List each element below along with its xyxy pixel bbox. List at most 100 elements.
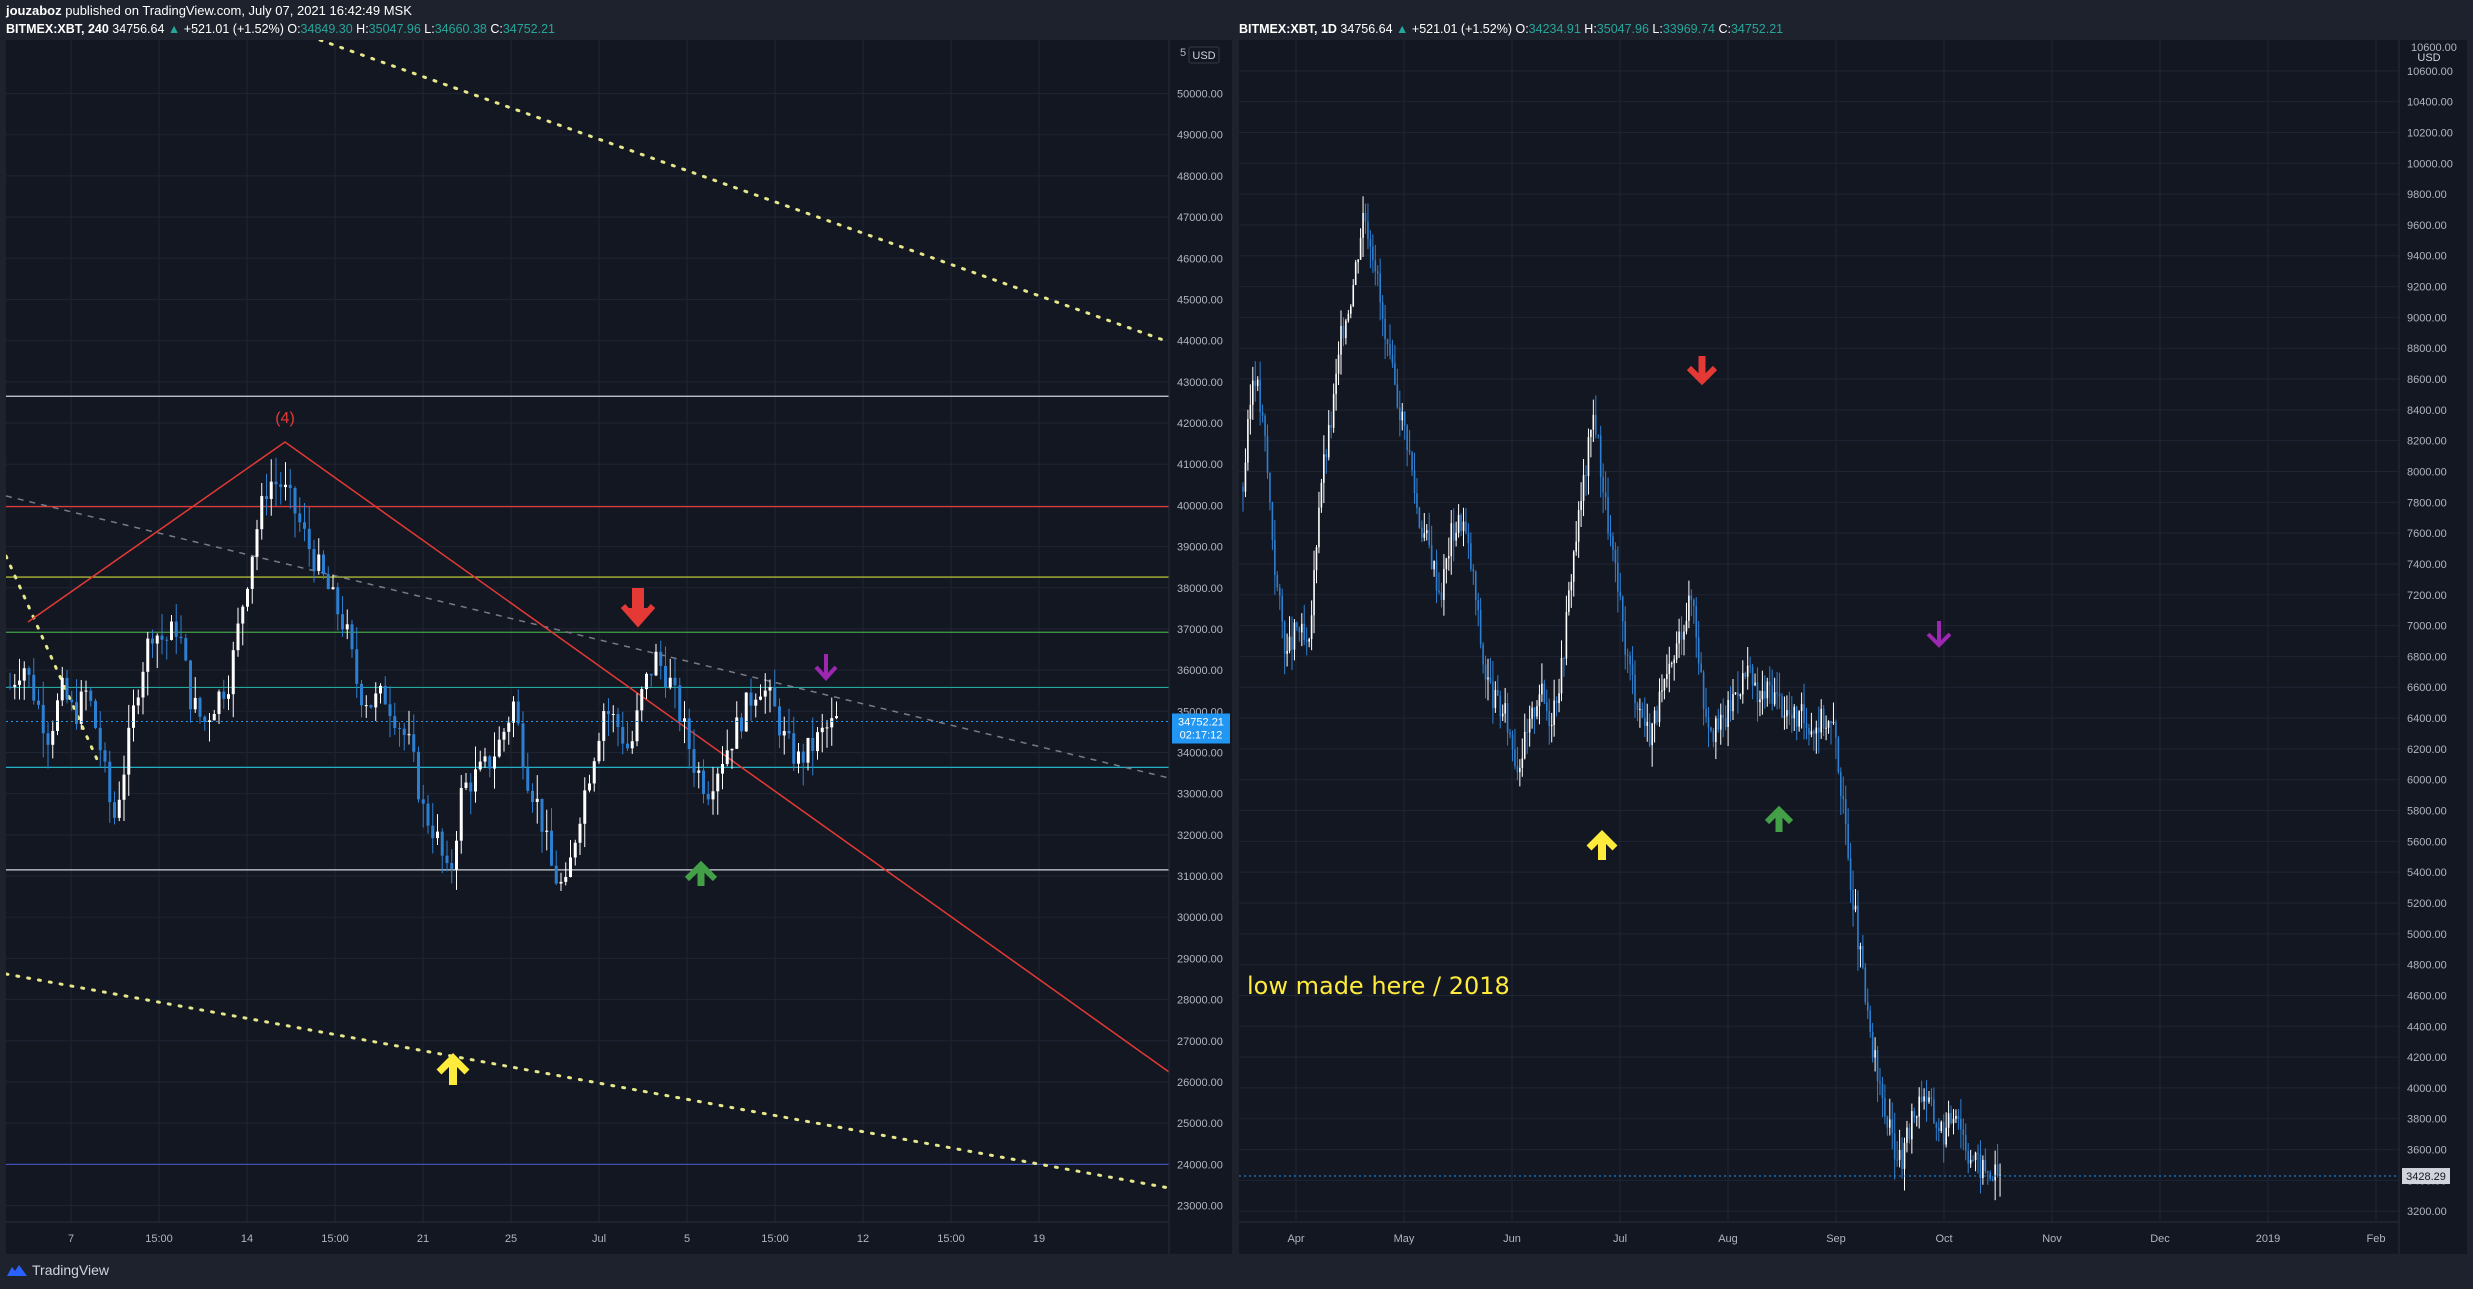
candle-body [146,638,150,672]
candle-body [1332,394,1335,428]
candle-body [1494,689,1497,709]
candle-body [388,704,392,717]
candle-body [1572,551,1575,582]
candle-body [1519,767,1521,773]
candle-body [531,790,534,802]
candle-body [1835,721,1837,738]
candle-body [673,677,677,686]
candle-body [1678,631,1680,644]
candle-body [1795,706,1798,727]
candle-body [545,830,549,832]
tradingview-brand: TradingView [32,1262,110,1278]
candle-body [1320,482,1323,508]
price-tick-label: 10400.00 [2407,97,2453,109]
candle-body [1631,664,1634,675]
left-horizontal-levels[interactable] [6,395,1169,1165]
candle-body [1526,731,1528,733]
candle-body [1707,716,1710,728]
lower-dotted-channel-line[interactable] [6,972,1171,1190]
candle-body [1472,569,1475,572]
candle-body [1254,380,1257,387]
candle-body [89,690,93,701]
candle-body [1269,472,1271,503]
candle-body [65,677,69,700]
candle-body [725,750,729,764]
right-chart-svg[interactable]: low made here / 2018 3200.003400.003600.… [1239,40,2467,1254]
candle-body [1815,727,1818,734]
candle-body [1788,710,1791,715]
candle-body [1644,717,1646,726]
candle-body [208,720,211,723]
candle-body [1448,556,1450,559]
candle-body [122,774,126,800]
price-tick-label: 45000.00 [1177,294,1223,306]
candle-body [502,731,506,740]
candle-body [1271,502,1274,541]
price-tick-label: 47000.00 [1177,212,1223,224]
candle-body [1639,708,1641,711]
candle-body [1384,318,1386,340]
candle-body [654,651,658,676]
time-tick-label: Jul [1613,1233,1627,1245]
candle-body [1651,723,1653,746]
candle-body [37,700,40,705]
candle-body [1533,707,1536,717]
left-chart-svg[interactable]: (4) 23000.00 24000.00 25000.00 26000.00 2700… [6,40,1232,1254]
author-name[interactable]: jouzaboz [6,3,62,18]
candle-body [1433,560,1435,570]
candle-body [1849,858,1852,891]
candle-body [317,554,321,571]
candle-body [1984,1159,1987,1172]
candle-body [1813,731,1815,734]
candle-body [621,726,625,744]
candle-body [801,751,805,763]
candle-body [1945,1127,1947,1145]
candle-body [573,842,577,858]
candle-body [1656,710,1658,723]
price-tick-label: 6600.00 [2407,682,2447,694]
candle-body [664,665,667,688]
candle-body [692,749,696,773]
candle-body [1345,320,1347,339]
candle-body [1538,694,1541,707]
time-tick-label: Oct [1935,1233,1952,1245]
candle-body [811,737,815,752]
candle-body [1634,674,1636,704]
right-symbol[interactable]: BITMEX:XBT, 1D [1239,22,1337,36]
candle-body [241,606,245,624]
candle-body [269,481,273,500]
tradingview-footer[interactable]: TradingView [6,1262,109,1278]
candle-body [1759,699,1761,703]
candle-body [645,673,648,690]
left-symbol[interactable]: BITMEX:XBT, 240 [6,22,109,36]
right-time-axis[interactable]: Apr May Jun Jul Aug Sep Oct Nov Dec 2019 Feb [1287,1233,2385,1245]
candle-body [1455,532,1457,541]
candle-body [1925,1096,1928,1102]
candle-body [1509,732,1511,735]
price-tick-label: 36000.00 [1177,665,1223,677]
price-tick-label: 8800.00 [2407,343,2447,355]
left-trendlines[interactable] [6,40,1171,1190]
price-tick-label: 30000.00 [1177,912,1223,924]
left-price-axis[interactable]: 23000.00 24000.00 25000.00 26000.00 27000.00… [1177,89,1223,1213]
right-chart-panel[interactable]: low made here / 2018 3200.003400.003600.… [1239,40,2467,1254]
candle-body [98,727,102,751]
candle-body [1619,591,1622,597]
candle-body [279,484,283,488]
candle-body [1487,677,1489,680]
left-low: 34660.38 [434,22,487,36]
candle-body [1296,622,1298,628]
candle-body [212,713,216,721]
candle-body [265,496,268,500]
candle-body [1891,1119,1894,1134]
candle-body [445,855,449,864]
right-price-axis[interactable]: 3200.003400.003600.003800.004000.004200.… [2407,66,2453,1218]
low-annotation[interactable]: low made here / 2018 [1247,972,1510,1000]
candle-body [1771,685,1773,705]
left-time-axis[interactable]: 7 15:00 14 15:00 21 25 Jul 5 15:00 12 15:00 19 [68,1233,1045,1245]
left-chart-panel[interactable]: (4) 23000.00 24000.00 25000.00 26000.00 2700… [6,40,1232,1254]
candle-body [616,713,620,727]
upper-dotted-channel-line[interactable] [318,40,1171,344]
time-tick-label: May [1394,1233,1415,1245]
candle-body [1866,1002,1869,1011]
